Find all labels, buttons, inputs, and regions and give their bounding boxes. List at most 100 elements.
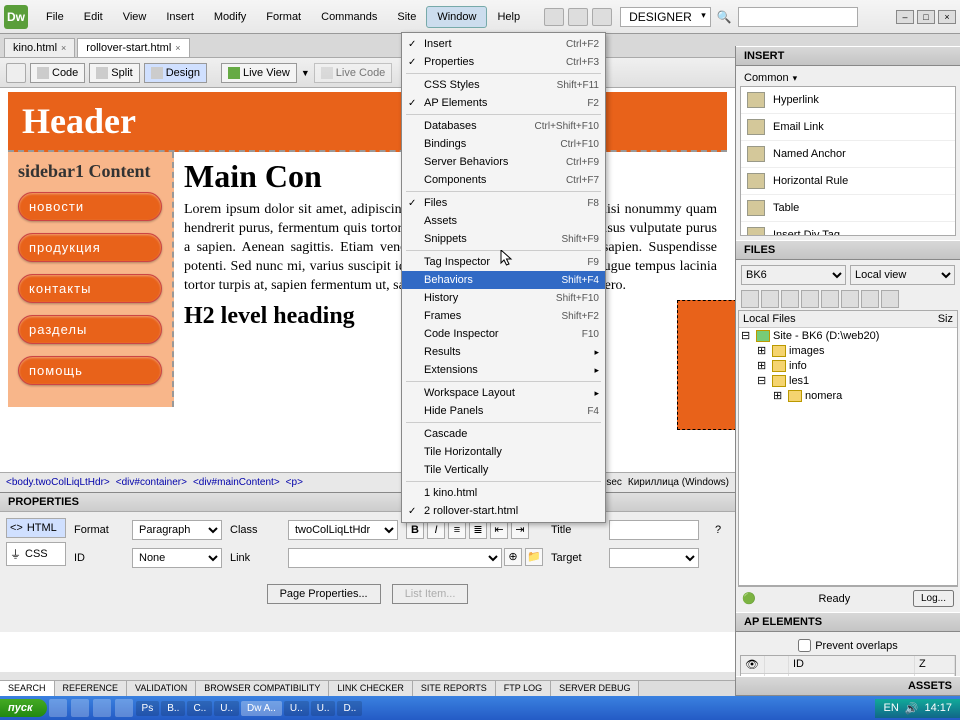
menu-modify[interactable]: Modify xyxy=(204,7,256,27)
menu-item-server-behaviors[interactable]: Server BehaviorsCtrl+F9 xyxy=(402,153,605,171)
target-select[interactable] xyxy=(609,548,699,568)
checkout-icon[interactable] xyxy=(821,290,839,308)
italic-button[interactable]: I xyxy=(427,521,445,539)
ap-elements-header[interactable]: AP ELEMENTS xyxy=(736,612,960,632)
insert-item-email[interactable]: Email Link xyxy=(741,114,955,141)
results-tab[interactable]: FTP LOG xyxy=(496,681,551,696)
insert-item-div[interactable]: Insert Div Tag xyxy=(741,222,955,236)
outdent-button[interactable]: ⇤ xyxy=(490,521,508,539)
menu-item-insert[interactable]: InsertCtrl+F2 xyxy=(402,35,605,53)
insert-item-anchor[interactable]: Named Anchor xyxy=(741,141,955,168)
menu-item-tile-v[interactable]: Tile Vertically xyxy=(402,461,605,479)
menu-edit[interactable]: Edit xyxy=(74,7,113,27)
taskbar-item[interactable]: B.. xyxy=(161,701,185,716)
design-canvas[interactable]: Header sidebar1 Content новости продукци… xyxy=(0,88,735,472)
get-icon[interactable] xyxy=(781,290,799,308)
page-properties-button[interactable]: Page Properties... xyxy=(267,584,381,604)
menu-item-hide-panels[interactable]: Hide PanelsF4 xyxy=(402,402,605,420)
menu-view[interactable]: View xyxy=(113,7,157,27)
tray-icon[interactable]: 🔊 xyxy=(905,702,919,715)
menu-item-extensions[interactable]: Extensions xyxy=(402,361,605,379)
quicklaunch-icon[interactable] xyxy=(71,699,89,717)
menu-site[interactable]: Site xyxy=(387,7,426,27)
files-panel-header[interactable]: FILES xyxy=(736,240,960,260)
taskbar-item[interactable]: U.. xyxy=(214,701,239,716)
taskbar-item[interactable]: Dw A.. xyxy=(241,701,282,716)
minimize-button[interactable]: – xyxy=(896,10,914,24)
close-button[interactable]: × xyxy=(938,10,956,24)
menu-item-components[interactable]: ComponentsCtrl+F7 xyxy=(402,171,605,189)
taskbar-item[interactable]: U.. xyxy=(284,701,309,716)
search-input[interactable] xyxy=(738,7,858,27)
results-tab[interactable]: VALIDATION xyxy=(127,681,196,696)
class-select[interactable]: twoColLiqLtHdr xyxy=(288,520,398,540)
menu-item-snippets[interactable]: SnippetsShift+F9 xyxy=(402,230,605,248)
id-select[interactable]: None xyxy=(132,548,222,568)
code-view-button[interactable]: Code xyxy=(30,63,85,83)
start-button[interactable]: пуск xyxy=(0,699,47,717)
insert-item-hyperlink[interactable]: Hyperlink xyxy=(741,87,955,114)
menu-item-results[interactable]: Results xyxy=(402,343,605,361)
ol-button[interactable]: ≣ xyxy=(469,521,487,539)
menu-item-css-styles[interactable]: CSS StylesShift+F11 xyxy=(402,76,605,94)
ap-element[interactable] xyxy=(677,300,735,430)
menu-file[interactable]: File xyxy=(36,7,74,27)
sync-icon[interactable] xyxy=(861,290,879,308)
menu-item-assets[interactable]: Assets xyxy=(402,212,605,230)
tag-crumb[interactable]: <body.twoColLiqLtHdr> xyxy=(6,477,110,488)
related-files-icon[interactable] xyxy=(6,63,26,83)
ul-button[interactable]: ≡ xyxy=(448,521,466,539)
nav-button[interactable]: новости xyxy=(18,192,162,221)
insert-item-hr[interactable]: Horizontal Rule xyxy=(741,168,955,195)
taskbar-item[interactable]: D.. xyxy=(337,701,362,716)
properties-header[interactable]: PROPERTIES xyxy=(0,493,735,512)
results-tab[interactable]: REFERENCE xyxy=(55,681,128,696)
close-tab-icon[interactable]: × xyxy=(61,43,66,53)
menu-help[interactable]: Help xyxy=(487,7,530,27)
system-tray[interactable]: EN 🔊 14:17 xyxy=(875,699,960,718)
maximize-button[interactable]: □ xyxy=(917,10,935,24)
results-tab[interactable]: LINK CHECKER xyxy=(329,681,413,696)
insert-panel-header[interactable]: INSERT xyxy=(736,46,960,66)
menu-insert[interactable]: Insert xyxy=(156,7,204,27)
indent-button[interactable]: ⇥ xyxy=(511,521,529,539)
menu-item-ap-elements[interactable]: AP ElementsF2 xyxy=(402,94,605,112)
menu-item-cascade[interactable]: Cascade xyxy=(402,425,605,443)
nav-button[interactable]: контакты xyxy=(18,274,162,303)
live-view-button[interactable]: Live View xyxy=(221,63,297,83)
nav-button[interactable]: продукция xyxy=(18,233,162,262)
css-mode-button[interactable]: ⏚ CSS xyxy=(6,542,66,566)
html-mode-button[interactable]: <> HTML xyxy=(6,518,66,538)
taskbar-item[interactable]: C.. xyxy=(187,701,212,716)
log-button[interactable]: Log... xyxy=(913,590,954,607)
menu-item-behaviors[interactable]: BehaviorsShift+F4 xyxy=(402,271,605,289)
menu-item-properties[interactable]: PropertiesCtrl+F3 xyxy=(402,53,605,71)
menu-window[interactable]: Window xyxy=(426,6,487,28)
lang-indicator[interactable]: EN xyxy=(883,702,898,714)
extend-icon[interactable] xyxy=(568,8,588,26)
doc-tab[interactable]: rollover-start.html× xyxy=(77,38,189,57)
taskbar-item[interactable]: Ps xyxy=(136,701,160,716)
clock[interactable]: 14:17 xyxy=(924,702,952,714)
menu-item-tile-h[interactable]: Tile Horizontally xyxy=(402,443,605,461)
expand-icon[interactable] xyxy=(881,290,899,308)
menu-item-frames[interactable]: FramesShift+F2 xyxy=(402,307,605,325)
menu-item-window-2[interactable]: 2 rollover-start.html xyxy=(402,502,605,520)
file-tree[interactable]: Local FilesSiz ⊟Site - BK6 (D:\web20) ⊞i… xyxy=(738,310,958,586)
results-tab[interactable]: SEARCH xyxy=(0,681,55,696)
title-input[interactable] xyxy=(609,520,699,540)
menu-item-workspace-layout[interactable]: Workspace Layout xyxy=(402,384,605,402)
link-select[interactable] xyxy=(288,548,502,568)
tag-crumb[interactable]: <p> xyxy=(286,477,303,488)
results-tab[interactable]: SITE REPORTS xyxy=(413,681,496,696)
quicklaunch-icon[interactable] xyxy=(93,699,111,717)
checkin-icon[interactable] xyxy=(841,290,859,308)
refresh-icon[interactable] xyxy=(761,290,779,308)
prevent-overlaps-checkbox[interactable]: Prevent overlaps xyxy=(740,636,956,655)
workspace-selector[interactable]: DESIGNER xyxy=(620,7,711,27)
bold-button[interactable]: B xyxy=(406,521,424,539)
menu-item-bindings[interactable]: BindingsCtrl+F10 xyxy=(402,135,605,153)
browse-icon[interactable]: 📁 xyxy=(525,548,543,566)
point-to-file-icon[interactable]: ⊕ xyxy=(504,548,522,566)
connect-icon[interactable] xyxy=(741,290,759,308)
